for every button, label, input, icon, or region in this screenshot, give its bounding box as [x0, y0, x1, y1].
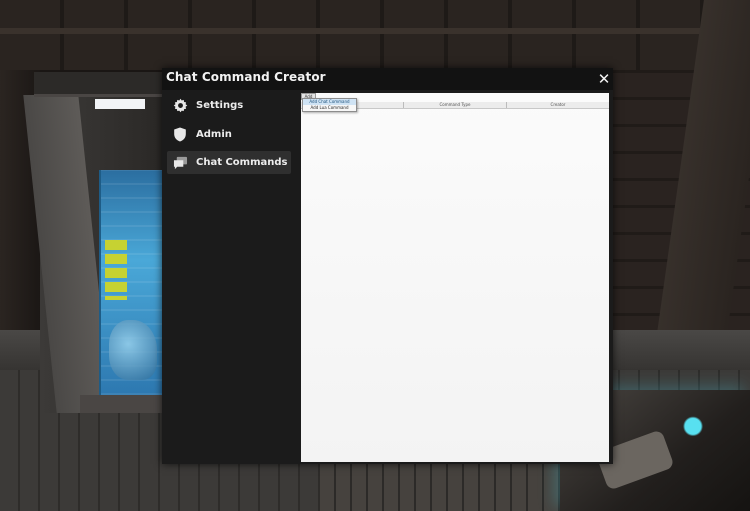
shield-icon	[172, 127, 188, 143]
sidebar-item-label: Chat Commands	[196, 157, 288, 168]
close-button[interactable]: ✕	[596, 71, 612, 87]
kiosk-screen	[99, 170, 164, 395]
column-header[interactable]: Creator	[507, 102, 609, 108]
sidebar-item-settings[interactable]: Settings	[167, 94, 291, 117]
title-bar[interactable]: Chat Command Creator ✕	[162, 68, 613, 90]
menu-item-add-lua-command[interactable]: Add Lua Command	[303, 105, 356, 111]
kiosk-roof	[34, 72, 174, 97]
close-icon: ✕	[597, 70, 611, 88]
column-header[interactable]: Command Type	[404, 102, 507, 108]
sidebar: Settings Admin Chat Commands	[162, 90, 295, 464]
chat-bubble-icon	[172, 155, 188, 171]
chat-command-creator-window: Chat Command Creator ✕ Settings Admin Ch…	[162, 68, 613, 464]
floor-grate	[320, 460, 570, 511]
sidebar-item-chat-commands[interactable]: Chat Commands	[167, 151, 291, 174]
sidebar-item-label: Admin	[196, 129, 232, 140]
kiosk-light	[95, 99, 145, 109]
chat-commands-panel: Command Type Creator Add Add Chat Comman…	[301, 93, 609, 462]
gear-icon	[172, 98, 188, 114]
sidebar-item-admin[interactable]: Admin	[167, 123, 291, 146]
ceiling	[0, 0, 750, 70]
sidebar-item-label: Settings	[196, 100, 244, 111]
window-title: Chat Command Creator	[166, 70, 326, 84]
kiosk-base	[80, 395, 165, 413]
add-command-menu: Add Chat Command Add Lua Command	[302, 98, 357, 112]
